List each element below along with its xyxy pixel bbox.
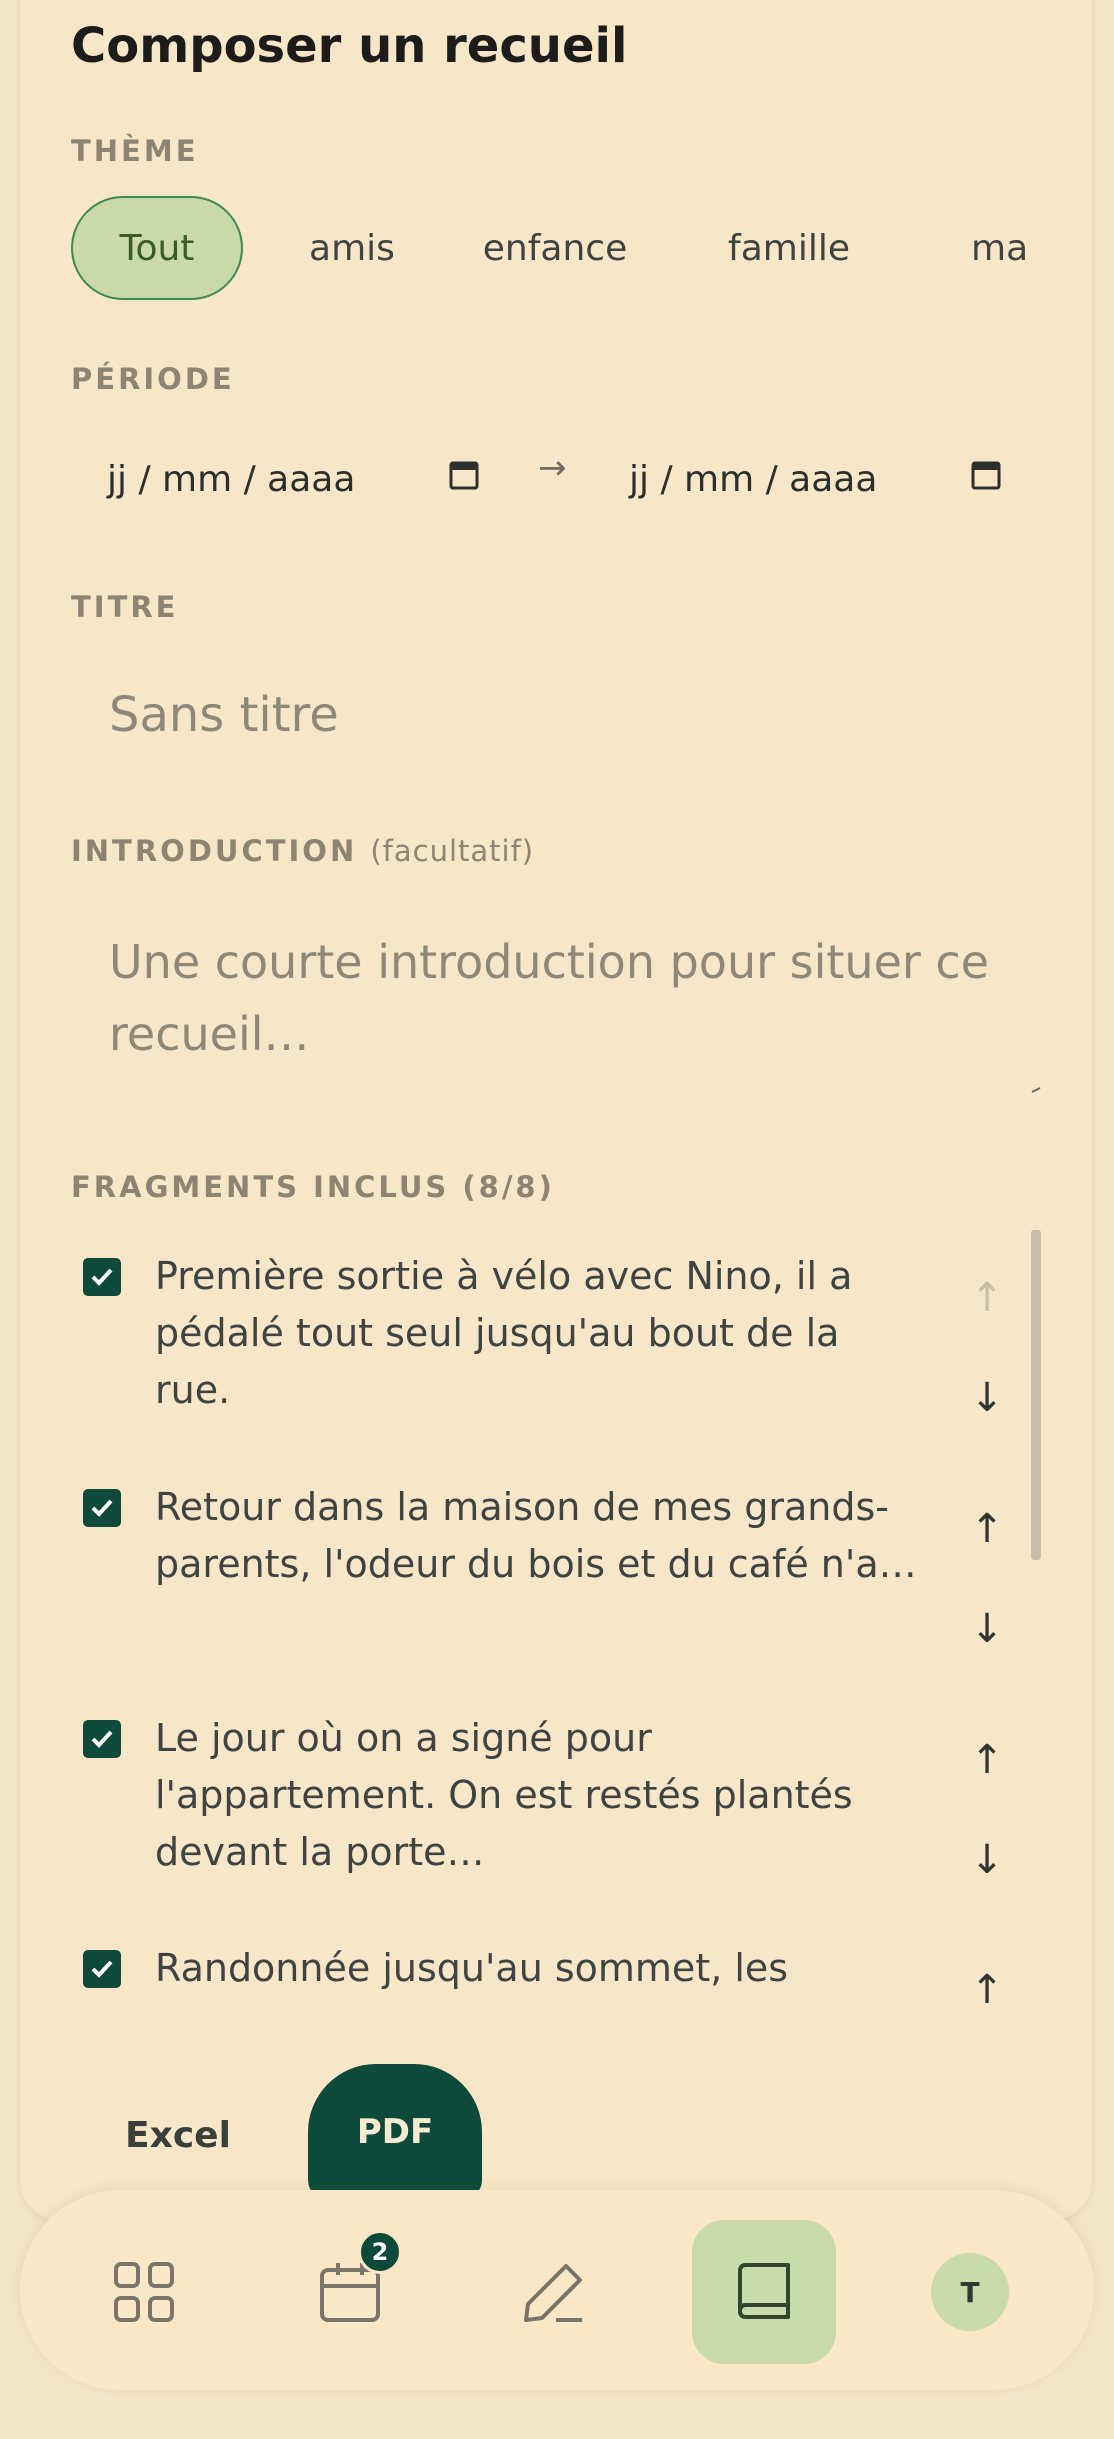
move-up-button[interactable]: ↑ — [967, 1736, 1007, 1784]
calendar-picker-to-icon[interactable] — [971, 458, 1001, 490]
theme-chip-enfance[interactable]: enfance — [457, 196, 653, 300]
date-from-input[interactable]: jj / mm / aaaa — [107, 444, 355, 514]
nav-write[interactable] — [482, 2220, 626, 2364]
period-arrow-separator: → — [538, 448, 567, 488]
fragment-item: Le jour où on a signé pour l'appartement… — [71, 1690, 1051, 1920]
title-input[interactable] — [71, 670, 1031, 760]
grid-icon — [114, 2262, 174, 2322]
fragments-label: FRAGMENTS INCLUS (8/8) — [71, 1170, 555, 1204]
fragment-checkbox[interactable] — [83, 1258, 121, 1296]
page-title: Composer un recueil — [71, 18, 628, 74]
nav-collections[interactable] — [692, 2220, 836, 2364]
introduction-label-text: INTRODUCTION — [71, 834, 358, 868]
fragment-checkbox[interactable] — [83, 1950, 121, 1988]
title-label: TITRE — [71, 590, 179, 624]
fragment-text: Randonnée jusqu'au sommet, les — [155, 1946, 789, 1990]
fragment-checkbox[interactable] — [83, 1489, 121, 1527]
bottom-nav: 2 T — [20, 2190, 1094, 2390]
fragments-scrollbar[interactable] — [1031, 1230, 1041, 1560]
introduction-label: INTRODUCTION (facultatif) — [71, 834, 534, 868]
introduction-hint: (facultatif) — [370, 834, 535, 868]
pencil-icon — [524, 2264, 582, 2322]
export-excel-button[interactable]: Excel — [98, 2086, 258, 2184]
resize-grip-icon[interactable] — [1030, 1082, 1042, 1094]
theme-chip-amis[interactable]: amis — [285, 196, 419, 300]
move-down-button[interactable]: ↓ — [967, 1836, 1007, 1884]
notification-badge: 2 — [358, 2230, 402, 2274]
move-up-button[interactable]: ↑ — [967, 1966, 1007, 2008]
theme-chips: Tout amis enfance famille ma — [71, 196, 1051, 302]
date-to-input[interactable]: jj / mm / aaaa — [629, 444, 877, 514]
fragment-item: Première sortie à vélo avec Nino, il a p… — [71, 1228, 1051, 1458]
theme-label: THÈME — [71, 134, 199, 168]
book-icon — [738, 2263, 790, 2319]
theme-chip-famille[interactable]: famille — [691, 196, 887, 300]
checkmark-icon — [91, 1730, 113, 1748]
checkmark-icon — [91, 1268, 113, 1286]
export-pdf-button[interactable]: PDF — [308, 2064, 482, 2200]
fragment-checkbox[interactable] — [83, 1720, 121, 1758]
introduction-textarea[interactable] — [71, 920, 1051, 1100]
move-down-button[interactable]: ↓ — [967, 1374, 1007, 1422]
theme-chip-ma[interactable]: ma — [971, 196, 1051, 300]
move-down-button[interactable]: ↓ — [967, 1605, 1007, 1653]
fragment-text: Retour dans la maison de mes grands-pare… — [155, 1485, 917, 1586]
move-up-button[interactable]: ↑ — [967, 1505, 1007, 1553]
nav-profile[interactable]: T — [898, 2220, 1042, 2364]
avatar: T — [931, 2253, 1009, 2331]
fragment-text: Première sortie à vélo avec Nino, il a p… — [155, 1254, 853, 1412]
fragment-text: Le jour où on a signé pour l'appartement… — [155, 1716, 853, 1874]
checkmark-icon — [91, 1499, 113, 1517]
checkmark-icon — [91, 1960, 113, 1978]
nav-dashboard[interactable] — [72, 2220, 216, 2364]
fragments-list: Première sortie à vélo avec Nino, il a p… — [71, 1228, 1051, 2008]
fragment-item: Randonnée jusqu'au sommet, les ↑ — [71, 1920, 1051, 2008]
calendar-picker-from-icon[interactable] — [449, 458, 479, 490]
nav-calendar[interactable]: 2 — [278, 2220, 422, 2364]
move-up-button[interactable]: ↑ — [967, 1274, 1007, 1322]
theme-chip-tout[interactable]: Tout — [71, 196, 243, 300]
fragment-item: Retour dans la maison de mes grands-pare… — [71, 1459, 1051, 1689]
period-label: PÉRIODE — [71, 362, 235, 396]
